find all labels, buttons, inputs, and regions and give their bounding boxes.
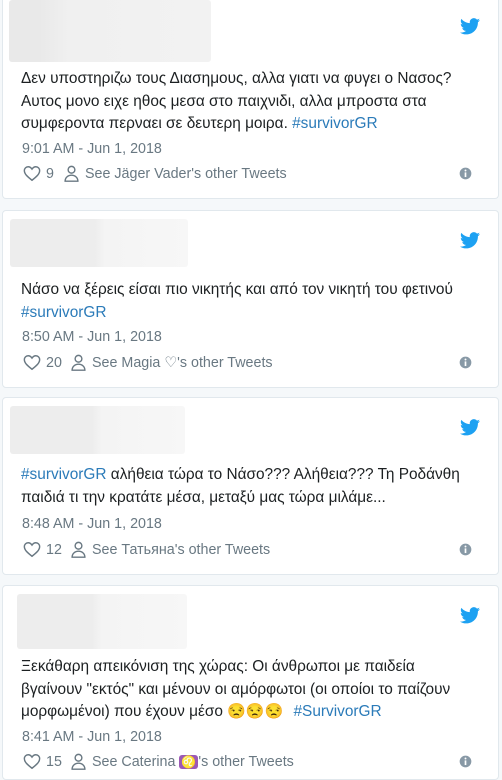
see-other-label: See Jäger Vader's other Tweets (85, 165, 287, 182)
tweet-actions: 9 See Jäger Vader's other Tweets (23, 165, 484, 187)
info-icon[interactable] (459, 755, 472, 768)
like-count: 20 (46, 354, 62, 371)
like-count: 12 (46, 541, 62, 558)
see-other-label: See Caterina ♌'s other Tweets (92, 753, 294, 770)
person-icon (71, 753, 86, 770)
twitter-bird-icon[interactable] (460, 18, 480, 35)
see-other-tweets-link[interactable]: See Caterina ♌'s other Tweets (71, 753, 294, 770)
tweet-timestamp[interactable]: 8:48 AM - Jun 1, 2018 (22, 516, 162, 532)
redacted-header (17, 594, 187, 649)
person-icon (64, 165, 79, 182)
twitter-bird-icon[interactable] (460, 232, 480, 249)
tweet-card[interactable]: #survivorGR αλήθεια τώρα το Νάσο??? Αλήθ… (2, 397, 499, 575)
heart-outline-icon (23, 354, 41, 371)
redacted-header (10, 406, 185, 454)
tweet-card[interactable]: Δεν υποστηριζω τους Διασημους, αλλα γιατ… (2, 0, 499, 199)
tweet-text: Νάσο να ξέρεις είσαι πιο νικητής και από… (21, 281, 453, 321)
tweet-actions: 12 See Татьяна's other Tweets (23, 541, 484, 563)
tweet-text: Δεν υποστηριζω τους Διασημους, αλλα γιατ… (21, 70, 452, 132)
hashtag-link[interactable]: #survivorGR (292, 115, 378, 132)
hashtag-link[interactable]: #SurvivorGR (294, 703, 382, 720)
unamused-emoji: 😒😒😒 (227, 703, 284, 720)
tweet-timestamp[interactable]: 8:41 AM - Jun 1, 2018 (22, 729, 162, 745)
see-other-label: See Magia ♡'s other Tweets (92, 354, 273, 371)
like-count: 9 (46, 165, 54, 182)
tweet-timestamp[interactable]: 8:50 AM - Jun 1, 2018 (22, 329, 162, 345)
leo-symbol-icon: ♌ (179, 754, 199, 769)
like-button[interactable]: 12 (23, 541, 62, 558)
hashtag-link[interactable]: #survivorGR (21, 466, 107, 483)
tweet-text: #survivorGR αλήθεια τώρα το Νάσο??? Αλήθ… (21, 466, 460, 506)
person-icon (71, 354, 86, 371)
heart-outline-icon (23, 165, 41, 182)
heart-outline-icon (23, 541, 41, 558)
like-button[interactable]: 20 (23, 354, 62, 371)
twitter-bird-icon[interactable] (460, 419, 480, 436)
info-icon[interactable] (459, 543, 472, 556)
like-count: 15 (46, 753, 62, 770)
hashtag-link[interactable]: #survivorGR (21, 304, 107, 321)
tweet-timestamp[interactable]: 9:01 AM - Jun 1, 2018 (22, 141, 162, 157)
see-other-tweets-link[interactable]: See Magia ♡'s other Tweets (71, 354, 273, 371)
heart-outline-icon (23, 753, 41, 770)
info-icon[interactable] (459, 167, 472, 180)
person-icon (71, 541, 86, 558)
see-other-tweets-link[interactable]: See Татьяна's other Tweets (71, 541, 270, 558)
like-button[interactable]: 9 (23, 165, 54, 182)
redacted-header (10, 219, 188, 267)
redacted-header (9, 0, 211, 62)
see-other-tweets-link[interactable]: See Jäger Vader's other Tweets (64, 165, 287, 182)
twitter-bird-icon[interactable] (460, 607, 480, 624)
tweet-actions: 20 See Magia ♡'s other Tweets (23, 354, 484, 376)
see-other-label: See Татьяна's other Tweets (92, 541, 271, 558)
tweet-text: Ξεκάθαρη απεικόνιση της χώρας: Οι άνθρωπ… (21, 658, 451, 720)
like-button[interactable]: 15 (23, 753, 62, 770)
info-icon[interactable] (459, 356, 472, 369)
tweet-actions: 15 See Caterina ♌'s other Tweets (23, 753, 484, 775)
tweet-card[interactable]: Ξεκάθαρη απεικόνιση της χώρας: Οι άνθρωπ… (2, 585, 499, 780)
tweet-card[interactable]: Νάσο να ξέρεις είσαι πιο νικητής και από… (2, 210, 499, 388)
